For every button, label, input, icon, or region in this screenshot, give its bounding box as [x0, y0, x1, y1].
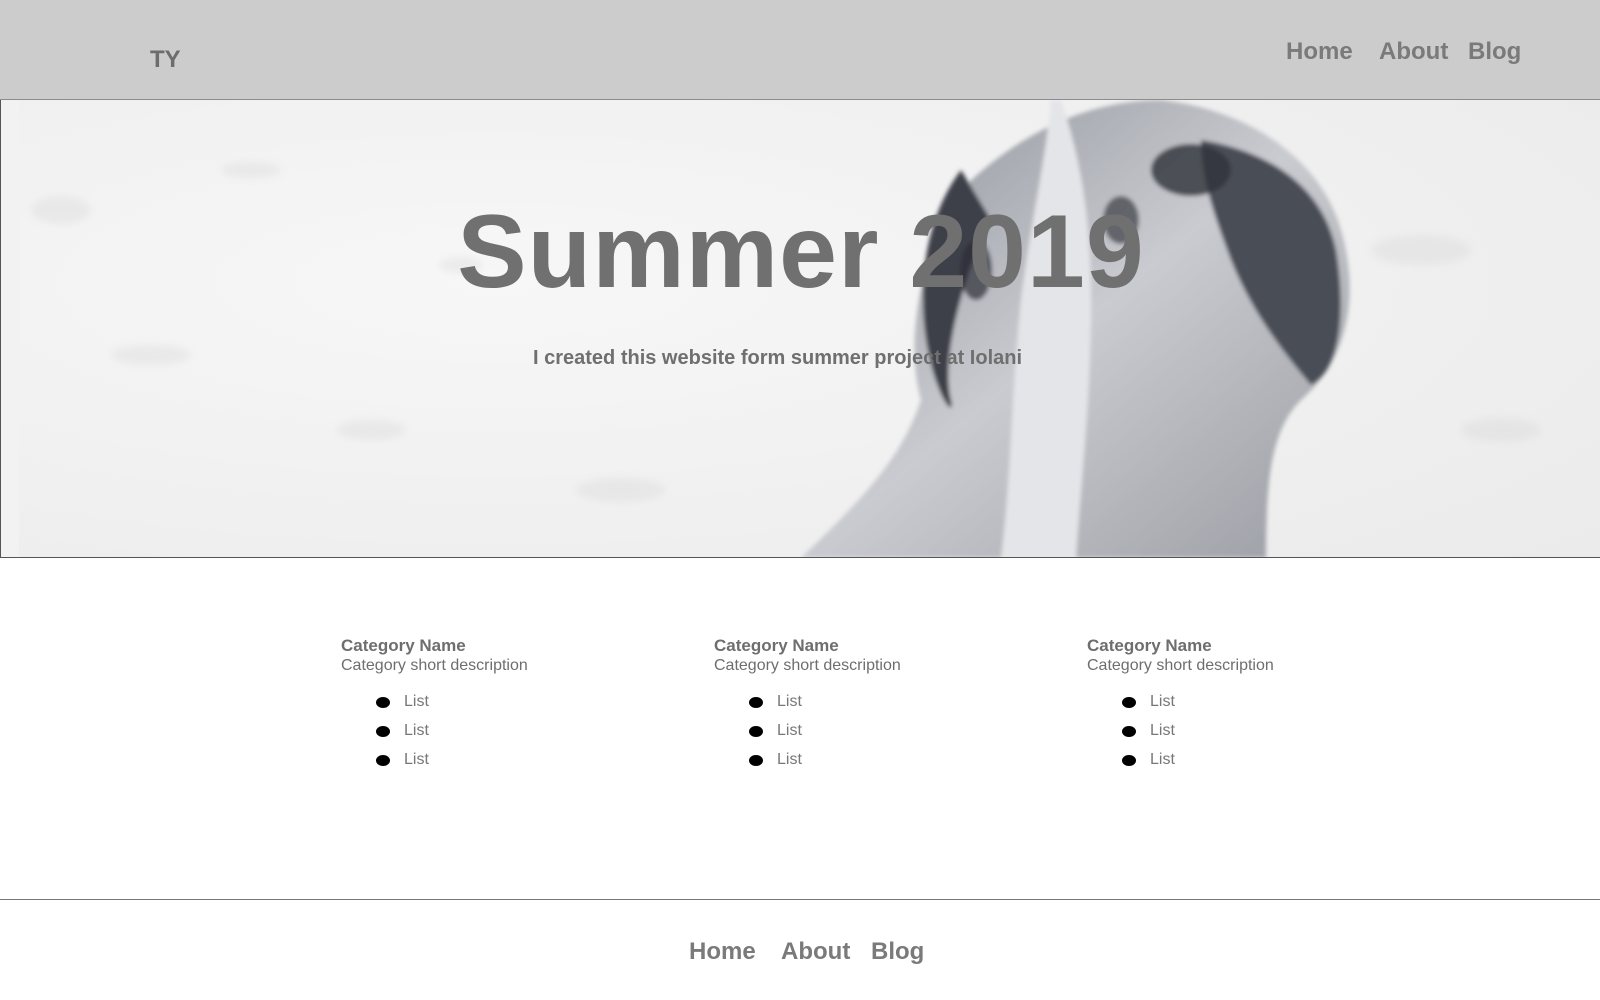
footer-home-link[interactable]: Home — [689, 938, 756, 966]
hero-dog-image — [19, 100, 1600, 557]
bullet-icon — [1122, 755, 1136, 766]
category-description: Category short description — [714, 657, 901, 674]
list-item: List — [714, 719, 1014, 748]
category-description: Category short description — [1087, 657, 1274, 674]
category-name: Category Name — [1087, 636, 1212, 655]
list-item: List — [341, 719, 641, 748]
list-item: List — [714, 748, 1014, 777]
bullet-icon — [376, 755, 390, 766]
hero-title: Summer 2019 — [457, 194, 1145, 310]
site-header: TY Home About Blog — [0, 0, 1600, 100]
bullet-icon — [376, 697, 390, 708]
bullet-icon — [749, 726, 763, 737]
nav-blog-link[interactable]: Blog — [1468, 38, 1521, 66]
bullet-icon — [376, 726, 390, 737]
list-item: List — [1087, 719, 1387, 748]
footer-blog-link[interactable]: Blog — [871, 938, 924, 966]
bullet-icon — [749, 755, 763, 766]
hero-subtitle: I created this website form summer proje… — [533, 347, 1023, 369]
category-name: Category Name — [714, 636, 839, 655]
category-list: List List List — [1087, 690, 1387, 777]
category-description: Category short description — [341, 657, 528, 674]
nav-about-link[interactable]: About — [1379, 38, 1448, 66]
category-list: List List List — [341, 690, 641, 777]
bullet-icon — [749, 697, 763, 708]
bullet-icon — [1122, 726, 1136, 737]
bullet-icon — [1122, 697, 1136, 708]
category-list: List List List — [714, 690, 1014, 777]
category-name: Category Name — [341, 636, 466, 655]
category-card-3: Category Name Category short description… — [1087, 636, 1387, 777]
logo-link[interactable]: TY — [150, 46, 181, 74]
list-item: List — [714, 690, 1014, 719]
list-item: List — [1087, 690, 1387, 719]
hero-banner: Summer 2019 I created this website form … — [0, 100, 1600, 558]
category-card-1: Category Name Category short description… — [341, 636, 641, 777]
list-item: List — [1087, 748, 1387, 777]
footer-about-link[interactable]: About — [781, 938, 850, 966]
list-item: List — [341, 748, 641, 777]
footer-divider — [0, 899, 1600, 900]
list-item: List — [341, 690, 641, 719]
category-card-2: Category Name Category short description… — [714, 636, 1014, 777]
nav-home-link[interactable]: Home — [1286, 38, 1353, 66]
